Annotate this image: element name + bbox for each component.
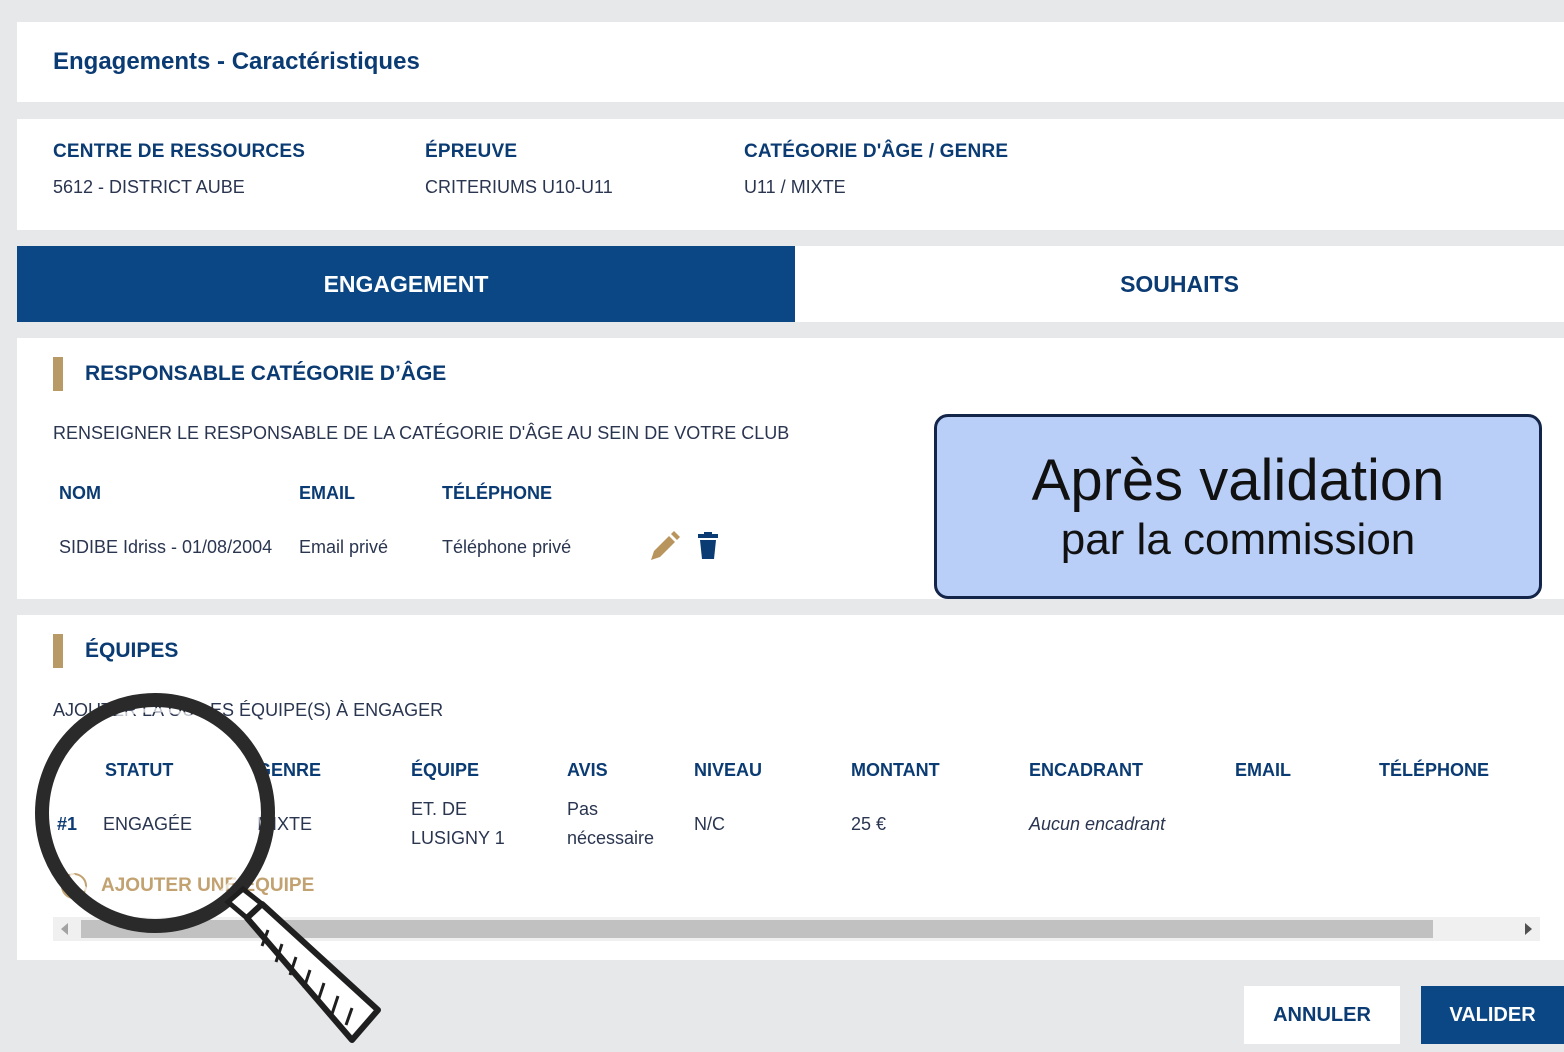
plus-circle-icon — [61, 873, 87, 899]
info-card: CENTRE DE RESSOURCES 5612 - DISTRICT AUB… — [17, 119, 1564, 230]
team-number: #1 — [57, 814, 78, 834]
section-subtitle: RENSEIGNER LE RESPONSABLE DE LA CATÉGORI… — [53, 423, 790, 443]
section-accent-bar — [53, 357, 63, 391]
team-equipe-line1: ET. DE — [411, 799, 468, 819]
info-categorie: CATÉGORIE D'ÂGE / GENRE U11 / MIXTE — [744, 141, 1008, 198]
callout-line2: par la commission — [1060, 514, 1416, 564]
section-title: ÉQUIPES — [85, 639, 179, 662]
trash-icon[interactable] — [697, 532, 719, 565]
col-header-email: EMAIL — [299, 483, 355, 503]
section-accent-bar — [53, 634, 63, 668]
header-card: Engagements - Caractéristiques — [17, 22, 1564, 102]
tab-bar: ENGAGEMENT SOUHAITS — [17, 246, 1564, 322]
team-equipe-line2: LUSIGNY 1 — [411, 828, 505, 848]
section-subtitle: AJOUTER LA OU LES ÉQUIPE(S) À ENGAGER — [53, 700, 444, 720]
pencil-icon[interactable] — [647, 530, 681, 569]
col-header-niveau: NIVEAU — [694, 760, 763, 780]
info-value: 5612 - DISTRICT AUBE — [53, 177, 245, 197]
info-centre: CENTRE DE RESSOURCES 5612 - DISTRICT AUB… — [53, 141, 305, 198]
scrollbar-thumb[interactable] — [81, 920, 1433, 938]
col-header-email: EMAIL — [1235, 760, 1291, 780]
team-montant: 25 € — [851, 814, 887, 834]
team-niveau: N/C — [694, 814, 725, 834]
add-team-button[interactable]: AJOUTER UNE ÉQUIPE — [61, 873, 314, 899]
info-value: U11 / MIXTE — [744, 177, 846, 197]
scroll-left-icon[interactable] — [61, 923, 68, 935]
annotation-callout: Après validation par la commission — [934, 414, 1542, 599]
add-team-label: AJOUTER UNE ÉQUIPE — [101, 875, 315, 896]
section-title: RESPONSABLE CATÉGORIE D’ÂGE — [85, 362, 447, 385]
tab-souhaits[interactable]: SOUHAITS — [795, 246, 1564, 322]
tab-engagement[interactable]: ENGAGEMENT — [17, 246, 795, 322]
col-header-telephone: TÉLÉPHONE — [1379, 760, 1490, 780]
col-header-montant: MONTANT — [851, 760, 940, 780]
page-title: Engagements - Caractéristiques — [53, 48, 420, 75]
section-header: RESPONSABLE CATÉGORIE D’ÂGE — [53, 357, 446, 391]
col-header-avis: AVIS — [567, 760, 608, 780]
team-genre: MIXTE — [257, 814, 313, 834]
info-value: CRITERIUMS U10-U11 — [425, 177, 613, 197]
col-header-statut: STATUT — [105, 760, 174, 780]
section-header: ÉQUIPES — [53, 634, 178, 668]
col-header-equipe: ÉQUIPE — [411, 760, 480, 780]
scroll-right-icon[interactable] — [1525, 923, 1532, 935]
info-label: CATÉGORIE D'ÂGE / GENRE — [744, 141, 1009, 162]
responsable-email: Email privé — [299, 537, 389, 557]
horizontal-scrollbar[interactable] — [53, 917, 1540, 941]
team-encadrant: Aucun encadrant — [1029, 814, 1166, 834]
info-epreuve: ÉPREUVE CRITERIUMS U10-U11 — [425, 141, 613, 198]
info-label: CENTRE DE RESSOURCES — [53, 141, 306, 162]
team-statut: ENGAGÉE — [103, 814, 193, 834]
col-header-encadrant: ENCADRANT — [1029, 760, 1143, 780]
col-header-nom: NOM — [59, 483, 101, 503]
team-avis-line2: nécessaire — [567, 828, 655, 848]
equipes-section: ÉQUIPES AJOUTER LA OU LES ÉQUIPE(S) À EN… — [17, 615, 1564, 960]
team-avis-line1: Pas — [567, 799, 599, 819]
responsable-telephone: Téléphone privé — [442, 537, 572, 557]
col-header-genre: GENRE — [257, 760, 322, 780]
col-header-telephone: TÉLÉPHONE — [442, 483, 553, 503]
callout-line1: Après validation — [1031, 447, 1445, 513]
cancel-button[interactable]: ANNULER — [1244, 986, 1400, 1044]
info-label: ÉPREUVE — [425, 141, 518, 162]
validate-button[interactable]: VALIDER — [1421, 986, 1564, 1044]
responsable-nom: SIDIBE Idriss - 01/08/2004 — [59, 537, 273, 557]
